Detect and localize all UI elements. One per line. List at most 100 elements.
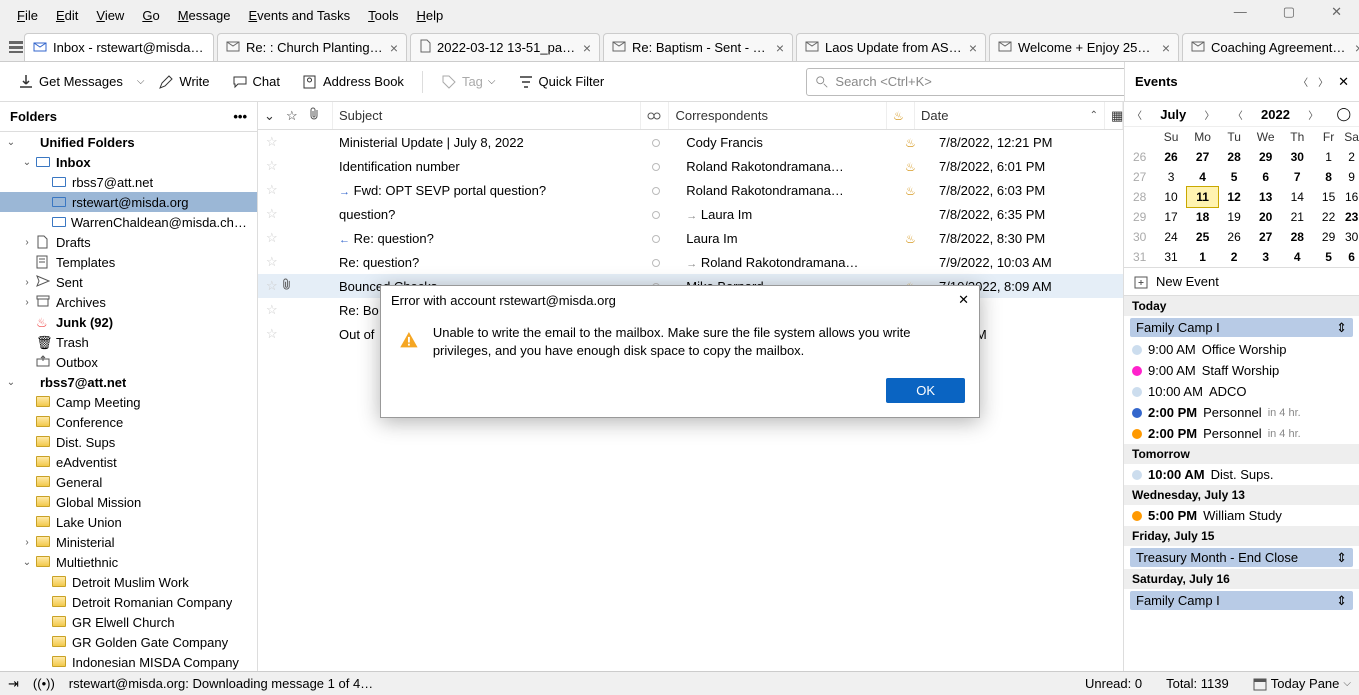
read-col-icon[interactable]	[647, 109, 661, 123]
address-book-button[interactable]: Address Book	[294, 70, 412, 94]
tab-close-icon[interactable]: ×	[1355, 40, 1359, 56]
folder-item[interactable]: ⌄Inbox	[0, 152, 257, 172]
attach-col-icon[interactable]	[308, 107, 326, 124]
menu-tools[interactable]: Tools	[359, 8, 407, 23]
cal-day[interactable]: 29	[1124, 207, 1155, 227]
maximize-icon[interactable]: ▢	[1274, 4, 1304, 20]
folder-item[interactable]: ⌄Multiethnic	[0, 552, 257, 572]
cal-day[interactable]: 28	[1124, 187, 1155, 207]
cal-day[interactable]: 7	[1282, 167, 1313, 187]
cal-day[interactable]: 17	[1155, 207, 1186, 227]
get-messages-button[interactable]: Get Messages	[10, 70, 131, 94]
cal-day[interactable]: 3	[1155, 167, 1186, 187]
twisty-icon[interactable]: ⌄	[6, 137, 16, 148]
folder-item[interactable]: GR Golden Gate Company	[0, 632, 257, 652]
star-icon[interactable]: ☆	[266, 326, 278, 342]
folder-item[interactable]: Conference	[0, 412, 257, 432]
folder-item[interactable]: Global Mission	[0, 492, 257, 512]
folder-item[interactable]: WarrenChaldean@misda.church	[0, 212, 257, 232]
cal-day[interactable]: 1	[1313, 147, 1344, 167]
cal-day[interactable]: 30	[1282, 147, 1313, 167]
junk-col-icon[interactable]: ♨	[893, 109, 904, 123]
star-icon[interactable]: ☆	[266, 254, 278, 270]
tab-6[interactable]: Coaching Agreement M…×	[1182, 33, 1359, 61]
tab-4[interactable]: Laos Update from ASAP…×	[796, 33, 986, 61]
cal-day[interactable]: 31	[1124, 247, 1155, 267]
menu-file[interactable]: File	[8, 8, 47, 23]
menu-go[interactable]: Go	[133, 8, 168, 23]
tab-close-icon[interactable]: ×	[1162, 40, 1170, 56]
cal-day[interactable]: 4	[1187, 167, 1219, 187]
dialog-close-icon[interactable]: ✕	[958, 292, 969, 308]
date-column[interactable]: Date	[921, 108, 948, 123]
menu-help[interactable]: Help	[407, 8, 452, 23]
get-messages-chevron[interactable]: ⌵	[137, 76, 145, 87]
star-icon[interactable]: ☆	[266, 182, 278, 198]
tab-0[interactable]: Inbox - rstewart@misda.or…	[24, 33, 214, 61]
agenda-event[interactable]: 2:00 PMPersonnelin 4 hr.	[1124, 402, 1359, 423]
cal-day[interactable]: 27	[1250, 227, 1282, 247]
folder-item[interactable]: ♨Junk (92)	[0, 312, 257, 332]
star-icon[interactable]: ☆	[266, 158, 278, 174]
tab-1[interactable]: Re: : Church Planting A…×	[217, 33, 407, 61]
cal-day[interactable]: 21	[1282, 207, 1313, 227]
close-icon[interactable]: ✕	[1322, 4, 1351, 20]
cal-day[interactable]: 29	[1313, 227, 1344, 247]
agenda-allday-event[interactable]: Family Camp I ⇕	[1130, 591, 1353, 610]
star-icon[interactable]: ☆	[266, 206, 278, 222]
message-row[interactable]: ☆ Ministerial Update | July 8, 2022 Cody…	[258, 130, 1123, 154]
cal-day[interactable]: 29	[1250, 147, 1282, 167]
message-row[interactable]: ☆ Identification number Roland Rakotondr…	[258, 154, 1123, 178]
cal-day[interactable]: 24	[1155, 227, 1186, 247]
cal-day[interactable]: 26	[1218, 227, 1249, 247]
write-button[interactable]: Write	[150, 70, 217, 94]
folder-item[interactable]: General	[0, 472, 257, 492]
folder-item[interactable]: ›Ministerial	[0, 532, 257, 552]
menu-edit[interactable]: Edit	[47, 8, 87, 23]
folder-item[interactable]: 🗑Trash	[0, 332, 257, 352]
star-icon[interactable]: ☆	[266, 134, 278, 150]
folders-options-icon[interactable]: •••	[233, 109, 247, 124]
cal-day[interactable]: 14	[1282, 187, 1313, 207]
tab-5[interactable]: Welcome + Enjoy 25%…×	[989, 33, 1179, 61]
junk-icon[interactable]: ♨	[905, 184, 916, 198]
message-row[interactable]: ☆← Re: question? Laura Im♨7/8/2022, 8:30…	[258, 226, 1123, 250]
activity-icon[interactable]: ((•))	[33, 676, 55, 691]
twisty-icon[interactable]: ⌄	[22, 557, 32, 568]
chat-button[interactable]: Chat	[224, 70, 288, 94]
tab-close-icon[interactable]: ×	[390, 40, 398, 56]
star-icon[interactable]: ☆	[266, 230, 278, 246]
cal-day[interactable]: 30	[1124, 227, 1155, 247]
correspondents-column[interactable]: Correspondents	[675, 108, 768, 123]
cal-next-year-icon[interactable]: 〉	[1308, 107, 1318, 122]
cal-day[interactable]: 18	[1187, 207, 1219, 227]
folder-item[interactable]: ›Archives	[0, 292, 257, 312]
folder-item[interactable]: ›Sent	[0, 272, 257, 292]
star-icon[interactable]: ☆	[266, 278, 278, 294]
folder-item[interactable]: Detroit Romanian Company	[0, 592, 257, 612]
cal-day[interactable]: 30	[1344, 227, 1359, 247]
cal-day[interactable]: 28	[1282, 227, 1313, 247]
folder-item[interactable]: Dist. Sups	[0, 432, 257, 452]
column-picker-icon[interactable]: ▦	[1105, 102, 1123, 129]
menu-events-and-tasks[interactable]: Events and Tasks	[239, 8, 359, 23]
minimize-icon[interactable]: ―	[1225, 4, 1256, 20]
cal-day[interactable]: 5	[1313, 247, 1344, 267]
today-pane-toggle[interactable]: Today Pane ⌵	[1253, 676, 1351, 691]
cal-day[interactable]: 12	[1218, 187, 1249, 207]
message-row[interactable]: ☆ question?→ Laura Im7/8/2022, 6:35 PM	[258, 202, 1123, 226]
twisty-icon[interactable]: ⌄	[6, 377, 16, 388]
folder-item[interactable]: Templates	[0, 252, 257, 272]
message-row[interactable]: ☆→ Fwd: OPT SEVP portal question? Roland…	[258, 178, 1123, 202]
folder-item[interactable]: eAdventist	[0, 452, 257, 472]
agenda-event[interactable]: 2:00 PMPersonnelin 4 hr.	[1124, 423, 1359, 444]
cal-day[interactable]: 26	[1155, 147, 1186, 167]
tab-close-icon[interactable]: ×	[969, 40, 977, 56]
agenda-event[interactable]: 10:00 AMDist. Sups.	[1124, 464, 1359, 485]
events-prev-icon[interactable]: 〈	[1298, 74, 1308, 90]
cal-day[interactable]: 28	[1218, 147, 1249, 167]
folder-item[interactable]: rstewart@misda.org	[0, 192, 257, 212]
cal-day[interactable]: 5	[1218, 167, 1249, 187]
cal-day[interactable]: 3	[1250, 247, 1282, 267]
quick-filter-button[interactable]: Quick Filter	[510, 70, 613, 94]
